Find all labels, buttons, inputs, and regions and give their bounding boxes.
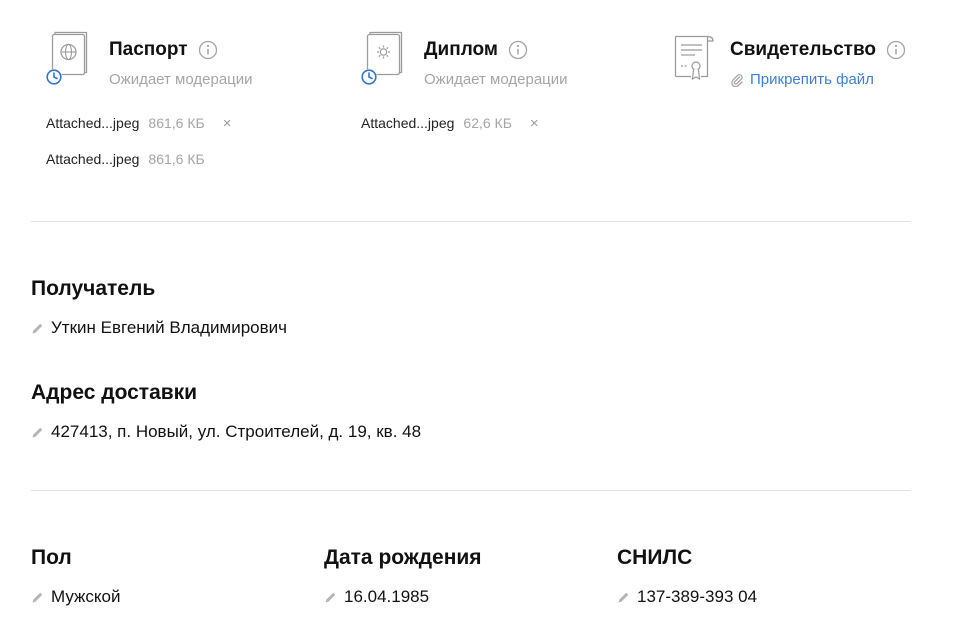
snils-label: СНИЛС	[617, 546, 693, 569]
file-item: Attached...jpeg 62,6 КБ ×	[361, 115, 539, 131]
paperclip-icon	[731, 73, 743, 87]
info-icon[interactable]	[508, 40, 528, 60]
pencil-icon[interactable]	[324, 591, 337, 604]
file-name[interactable]: Attached...jpeg	[361, 115, 454, 131]
birth-date-label: Дата рождения	[324, 546, 482, 569]
file-size: 861,6 КБ	[148, 151, 205, 167]
attach-file-label: Прикрепить файл	[750, 71, 874, 88]
pencil-icon[interactable]	[31, 591, 44, 604]
delivery-address-field: Адрес доставки 427413, п. Новый, ул. Стр…	[31, 381, 421, 442]
gender-label: Пол	[31, 546, 72, 569]
remove-file-button[interactable]: ×	[223, 116, 232, 131]
remove-file-button[interactable]: ×	[530, 116, 539, 131]
certificate-icon	[674, 35, 714, 81]
file-name[interactable]: Attached...jpeg	[46, 115, 139, 131]
delivery-address-label: Адрес доставки	[31, 381, 198, 404]
gender-value[interactable]: Мужской	[51, 587, 121, 607]
document-card-diploma: Диплом Ожидает модерации Attached...jpeg…	[361, 30, 661, 190]
delivery-address-value[interactable]: 427413, п. Новый, ул. Строителей, д. 19,…	[51, 422, 421, 442]
document-status: Ожидает модерации	[109, 71, 253, 88]
snils-value[interactable]: 137-389-393 04	[637, 587, 757, 607]
document-title: Паспорт	[109, 39, 188, 60]
section-divider	[31, 490, 911, 491]
gender-field: Пол Мужской	[31, 546, 121, 607]
section-divider	[31, 221, 911, 222]
document-card-passport: Паспорт Ожидает модерации Attached...jpe…	[46, 30, 346, 190]
diploma-icon	[361, 31, 403, 85]
file-size: 62,6 КБ	[463, 115, 512, 131]
birth-date-field: Дата рождения 16.04.1985	[324, 546, 482, 607]
document-card-certificate: Свидетельство Прикрепить файл	[667, 30, 957, 190]
document-title: Диплом	[424, 39, 498, 60]
file-item: Attached...jpeg 861,6 КБ	[46, 151, 205, 167]
file-name[interactable]: Attached...jpeg	[46, 151, 139, 167]
pencil-icon[interactable]	[31, 322, 44, 335]
info-icon[interactable]	[198, 40, 218, 60]
recipient-label: Получатель	[31, 277, 156, 300]
recipient-value[interactable]: Уткин Евгений Владимирович	[51, 318, 287, 338]
file-size: 861,6 КБ	[148, 115, 205, 131]
info-icon[interactable]	[886, 40, 906, 60]
attach-file-link[interactable]: Прикрепить файл	[730, 71, 874, 88]
passport-icon	[46, 31, 88, 85]
pencil-icon[interactable]	[617, 591, 630, 604]
snils-field: СНИЛС 137-389-393 04	[617, 546, 757, 607]
recipient-field: Получатель Уткин Евгений Владимирович	[31, 277, 287, 338]
document-title: Свидетельство	[730, 39, 876, 60]
pencil-icon[interactable]	[31, 426, 44, 439]
birth-date-value[interactable]: 16.04.1985	[344, 587, 429, 607]
file-item: Attached...jpeg 861,6 КБ ×	[46, 115, 231, 131]
document-status: Ожидает модерации	[424, 71, 568, 88]
